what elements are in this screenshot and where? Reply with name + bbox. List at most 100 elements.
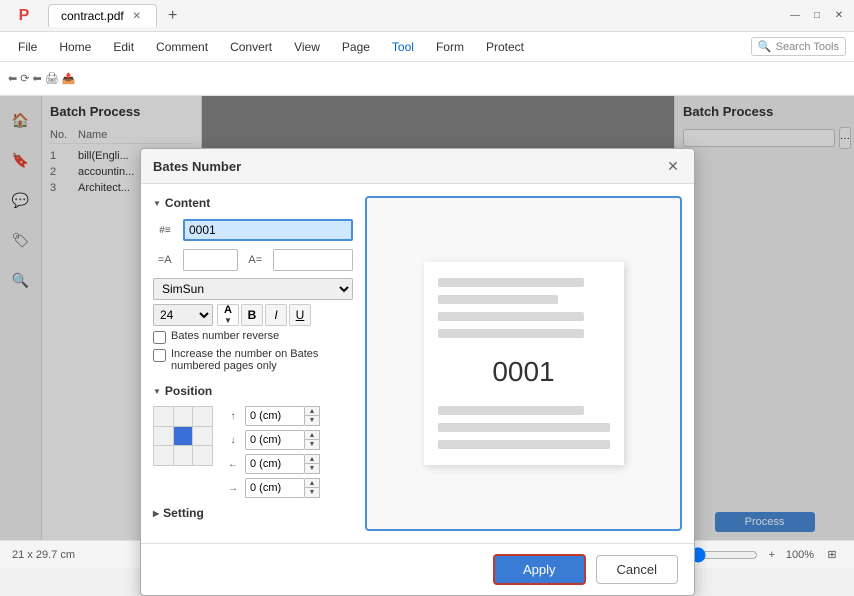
menu-page[interactable]: Page [332, 36, 380, 58]
margin-bottom-icon: ↓ [225, 432, 241, 448]
margin-top-row: ↑ ▲ ▼ [225, 406, 320, 426]
margin-top-down[interactable]: ▼ [305, 416, 319, 425]
menu-home[interactable]: Home [49, 36, 101, 58]
underline-button[interactable]: U [289, 304, 311, 326]
zoom-in-button[interactable]: + [762, 545, 782, 565]
title-bar: P contract.pdf ✕ + — □ ✕ [0, 0, 854, 32]
reverse-checkbox[interactable] [153, 331, 166, 344]
menu-protect[interactable]: Protect [476, 36, 534, 58]
margin-right-input[interactable] [245, 478, 305, 498]
menu-file[interactable]: File [8, 36, 47, 58]
grid-cell-bl[interactable] [154, 446, 173, 465]
margin-bottom-up[interactable]: ▲ [305, 431, 319, 440]
bold-button[interactable]: B [241, 304, 263, 326]
margin-top-input[interactable] [245, 406, 305, 426]
grid-cell-bc[interactable] [174, 446, 193, 465]
preview-line-3 [438, 312, 584, 321]
grid-cell-ml[interactable] [154, 427, 173, 446]
margin-top-stepper: ▲ ▼ [305, 406, 320, 426]
close-icon[interactable]: ✕ [832, 9, 846, 23]
apply-button[interactable]: Apply [493, 554, 586, 585]
setting-section: ▶ Setting [153, 506, 353, 520]
position-label: Position [165, 384, 212, 398]
menu-bar: File Home Edit Comment Convert View Page… [0, 32, 854, 62]
menu-convert[interactable]: Convert [220, 36, 282, 58]
search-label: Search Tools [776, 41, 839, 53]
toolbar: ⬅ ⟳ ⬅ 🖨 📤 [0, 62, 854, 96]
minimize-icon[interactable]: — [788, 9, 802, 23]
grid-cell-tr[interactable] [193, 407, 212, 426]
margin-left-down[interactable]: ▼ [305, 464, 319, 473]
search-tools[interactable]: 🔍 Search Tools [751, 37, 846, 56]
position-collapse-icon: ▼ [153, 387, 161, 396]
margin-top-up[interactable]: ▲ [305, 407, 319, 416]
menu-edit[interactable]: Edit [103, 36, 144, 58]
prefix-suffix-row: =A A= [153, 248, 353, 272]
margin-right-row: → ▲ ▼ [225, 478, 320, 498]
maximize-icon[interactable]: □ [810, 9, 824, 23]
tab-label: contract.pdf [61, 9, 124, 23]
tab-close-icon[interactable]: ✕ [130, 9, 144, 23]
grid-cell-br[interactable] [193, 446, 212, 465]
margin-right-stepper: ▲ ▼ [305, 478, 320, 498]
grid-cell-tc[interactable] [174, 407, 193, 426]
font-color-button[interactable]: A ▼ [217, 304, 239, 326]
dialog-footer: Apply Cancel [141, 543, 694, 595]
preview-line-4 [438, 329, 584, 338]
font-row: SimSun [153, 278, 353, 300]
margin-left-input[interactable] [245, 454, 305, 474]
margin-left-up[interactable]: ▲ [305, 455, 319, 464]
prefix-input[interactable] [183, 249, 238, 271]
suffix-input[interactable] [273, 249, 353, 271]
menu-form[interactable]: Form [426, 36, 474, 58]
margin-bottom-stepper: ▲ ▼ [305, 430, 320, 450]
search-icon: 🔍 [758, 40, 772, 53]
dialog-title: Bates Number [153, 159, 241, 174]
reverse-label: Bates number reverse [171, 330, 279, 342]
position-grid-container: ↑ ▲ ▼ [153, 406, 353, 498]
position-section: ▼ Position [153, 384, 353, 498]
fit-page-button[interactable]: ⊞ [822, 545, 842, 565]
grid-cell-mr[interactable] [193, 427, 212, 446]
margin-right-down[interactable]: ▼ [305, 488, 319, 497]
margin-inputs: ↑ ▲ ▼ [225, 406, 320, 498]
margin-bottom-row: ↓ ▲ ▼ [225, 430, 320, 450]
document-tab[interactable]: contract.pdf ✕ [48, 4, 157, 27]
app-logo: P [8, 0, 40, 32]
prefix-icon: =A [153, 248, 177, 272]
grid-cell-mc[interactable] [174, 427, 193, 446]
menu-comment[interactable]: Comment [146, 36, 218, 58]
grid-cell-tl[interactable] [154, 407, 173, 426]
dialog-preview: 0001 [365, 196, 682, 531]
preview-line-7 [438, 440, 610, 449]
margin-bottom-input[interactable] [245, 430, 305, 450]
font-size-select[interactable]: 24 [153, 304, 213, 326]
position-section-header[interactable]: ▼ Position [153, 384, 353, 398]
cancel-button[interactable]: Cancel [596, 555, 678, 584]
dialog-body: ▼ Content #≡ =A A= [141, 184, 694, 543]
increase-checkbox[interactable] [153, 349, 166, 362]
margin-right-up[interactable]: ▲ [305, 479, 319, 488]
content-section: ▼ Content #≡ =A A= [153, 196, 353, 372]
menu-view[interactable]: View [284, 36, 330, 58]
bates-number-input[interactable] [183, 219, 353, 241]
preview-line-5 [438, 406, 584, 415]
content-section-header[interactable]: ▼ Content [153, 196, 353, 210]
setting-section-header[interactable]: ▶ Setting [153, 506, 353, 520]
preview-number: 0001 [438, 356, 610, 388]
margin-bottom-wrap: ▲ ▼ [245, 430, 320, 450]
menu-tool[interactable]: Tool [382, 36, 424, 58]
number-row: #≡ [153, 218, 353, 242]
margin-left-row: ← ▲ ▼ [225, 454, 320, 474]
number-icon: #≡ [153, 218, 177, 242]
increase-checkbox-row: Increase the number on Bates numbered pa… [153, 348, 353, 372]
margin-bottom-down[interactable]: ▼ [305, 440, 319, 449]
preview-page: 0001 [424, 262, 624, 465]
new-tab-button[interactable]: + [161, 4, 185, 28]
reverse-checkbox-row: Bates number reverse [153, 330, 353, 344]
font-select[interactable]: SimSun [153, 278, 353, 300]
content-label: Content [165, 196, 210, 210]
zoom-label: 100% [786, 549, 814, 561]
italic-button[interactable]: I [265, 304, 287, 326]
dialog-close-icon[interactable]: ✕ [664, 157, 682, 175]
